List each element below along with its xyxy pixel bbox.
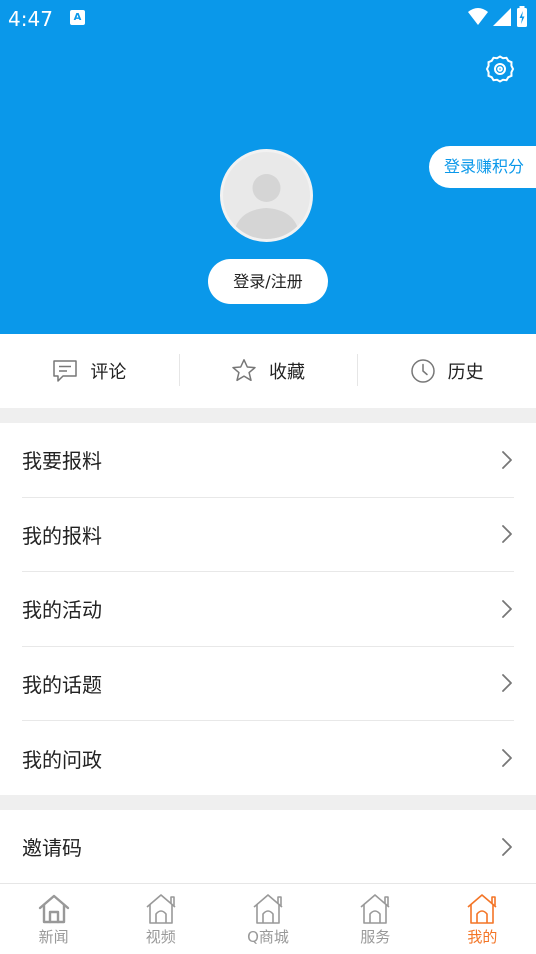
tab-news[interactable]: 新闻: [0, 884, 107, 954]
comments-label: 评论: [90, 362, 127, 383]
chevron-right-icon: [502, 837, 512, 856]
avatar[interactable]: [220, 149, 313, 242]
tab-q-mall[interactable]: Q商城: [214, 884, 321, 954]
gear-icon: [485, 55, 515, 83]
status-icons: [468, 6, 528, 28]
chevron-right-icon: [502, 674, 512, 693]
tab-label: 我的: [467, 928, 498, 946]
tab-label: 新闻: [38, 928, 69, 946]
tab-label: Q商城: [247, 928, 289, 946]
house-icon: [146, 894, 176, 924]
menu-item-label: 我的报料: [22, 523, 102, 548]
comments-button[interactable]: 评论: [0, 334, 179, 408]
menu-group-main: 我要报料 我的报料 我的活动 我的话题 我的问政: [0, 423, 536, 796]
menu-item-my-topics[interactable]: 我的话题: [22, 647, 514, 721]
section-divider: [0, 795, 536, 810]
menu-item-my-inquiries[interactable]: 我的问政: [22, 721, 514, 796]
house-icon: [360, 894, 390, 924]
status-time: 4:47: [8, 7, 53, 31]
menu-group-invite: 邀请码: [0, 810, 536, 883]
menu-item-label: 我的问政: [22, 747, 102, 772]
tab-label: 视频: [145, 928, 176, 946]
status-bar: 4:47 A: [0, 0, 536, 36]
menu-item-label: 我的话题: [22, 672, 102, 697]
house-icon: [253, 894, 283, 924]
section-divider: [0, 408, 536, 423]
menu-item-submit-tip[interactable]: 我要报料: [22, 423, 514, 498]
home-icon: [38, 894, 69, 924]
comment-icon: [53, 360, 78, 382]
login-register-button[interactable]: 登录/注册: [208, 259, 328, 304]
user-placeholder-icon: [233, 174, 300, 239]
star-icon: [232, 359, 256, 382]
clock-icon: [410, 359, 435, 383]
chevron-right-icon: [502, 450, 512, 469]
menu-item-invite-code[interactable]: 邀请码: [22, 810, 514, 883]
favorites-label: 收藏: [269, 362, 305, 383]
profile-header: 4:47 A 登录赚积分 登录/注册: [0, 0, 536, 334]
favorites-button[interactable]: 收藏: [178, 334, 358, 408]
quick-actions: 评论 收藏 历史: [0, 334, 536, 408]
tab-services[interactable]: 服务: [322, 884, 429, 954]
menu-item-label: 邀请码: [22, 836, 82, 860]
tab-video[interactable]: 视频: [107, 884, 214, 954]
tab-mine[interactable]: 我的: [429, 884, 536, 954]
wifi-icon: [468, 8, 488, 25]
battery-icon: [517, 6, 527, 27]
history-button[interactable]: 历史: [357, 334, 536, 408]
house-icon: [467, 894, 497, 924]
chevron-right-icon: [502, 599, 512, 618]
menu-item-label: 我要报料: [22, 449, 102, 474]
chevron-right-icon: [502, 525, 512, 544]
chevron-right-icon: [502, 749, 512, 768]
login-earn-points-button[interactable]: 登录赚积分: [429, 146, 536, 188]
history-label: 历史: [447, 362, 484, 383]
bottom-tab-bar: 新闻 视频 Q商城 服务 我的: [0, 883, 536, 954]
menu-item-my-tips[interactable]: 我的报料: [22, 498, 514, 572]
settings-button[interactable]: [484, 53, 516, 85]
menu-item-label: 我的活动: [22, 598, 102, 623]
signal-icon: [493, 8, 511, 26]
tab-label: 服务: [360, 928, 391, 946]
menu-item-my-activities[interactable]: 我的活动: [22, 572, 514, 647]
notification-icon: A: [70, 10, 85, 25]
